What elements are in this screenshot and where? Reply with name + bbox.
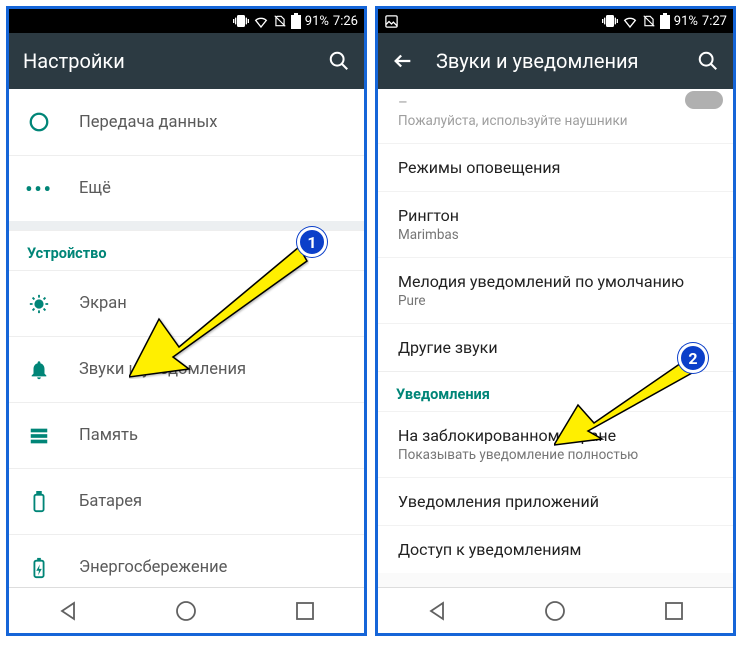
status-bar: 91% 7:27 — [378, 9, 733, 33]
list-item-data-usage[interactable]: Передача данных — [9, 89, 364, 155]
hint-text: Пожалуйста, используйте наушники — [398, 113, 713, 129]
more-icon: ••• — [27, 177, 51, 201]
toggle-disabled-icon — [685, 91, 723, 109]
list-label: Звуки и уведомления — [79, 360, 246, 379]
list-label: Ещё — [79, 179, 111, 198]
list-item-battery[interactable]: Батарея — [9, 468, 364, 534]
home-nav-icon[interactable] — [174, 599, 198, 623]
storage-icon — [27, 424, 51, 448]
page-title: Звуки и уведомления — [436, 49, 675, 73]
battery-icon — [291, 13, 301, 29]
item-title: На заблокированном экране — [398, 426, 713, 445]
battery-icon — [660, 13, 670, 29]
item-title: Мелодия уведомлений по умолчанию — [398, 272, 713, 291]
back-nav-icon[interactable] — [425, 599, 449, 623]
list-item-more[interactable]: ••• Ещё — [9, 155, 364, 221]
item-title: Доступ к уведомлениям — [398, 540, 713, 559]
back-icon[interactable] — [392, 50, 414, 72]
list-item-notif-melody[interactable]: Мелодия уведомлений по умолчанию Pure — [378, 257, 733, 323]
item-title: Рингтон — [398, 206, 713, 225]
list-item-storage[interactable]: Память — [9, 402, 364, 468]
item-title: Другие звуки — [398, 338, 713, 357]
no-sim-icon — [273, 14, 287, 28]
app-bar: Звуки и уведомления — [378, 33, 733, 89]
data-usage-icon — [27, 110, 51, 134]
vibrate-icon — [602, 13, 618, 29]
energy-icon — [27, 556, 51, 580]
item-sub: Marimbas — [398, 227, 713, 243]
list-item-display[interactable]: Экран — [9, 270, 364, 336]
status-bar: 91% 7:26 — [9, 9, 364, 33]
phone-left-settings: 91% 7:26 Настройки Передача данных ••• Е… — [6, 6, 367, 636]
item-sub: Pure — [398, 293, 713, 309]
clock: 7:27 — [702, 14, 727, 29]
list-item-sound[interactable]: Звуки и уведомления — [9, 336, 364, 402]
battery-settings-icon — [27, 490, 51, 514]
list-label: Энергосбережение — [79, 558, 227, 577]
recent-nav-icon[interactable] — [662, 599, 686, 623]
list-label: Батарея — [79, 492, 142, 511]
item-title: Режимы оповещения — [398, 158, 713, 177]
page-title: Настройки — [23, 49, 306, 73]
search-icon[interactable] — [328, 50, 350, 72]
phone-right-sound: 91% 7:27 Звуки и уведомления – Пожалуйст… — [375, 6, 736, 636]
list-item-ringtone[interactable]: Рингтон Marimbas — [378, 191, 733, 257]
list-label: Передача данных — [79, 113, 217, 132]
app-bar: Настройки — [9, 33, 364, 89]
sound-settings-list: – Пожалуйста, используйте наушники Режим… — [378, 89, 733, 587]
battery-percent: 91% — [674, 14, 698, 29]
home-nav-icon[interactable] — [543, 599, 567, 623]
list-item-partial-disabled: – Пожалуйста, используйте наушники — [378, 89, 733, 143]
search-icon[interactable] — [697, 50, 719, 72]
bell-icon — [27, 358, 51, 382]
item-sub: Показывать уведомление полностью — [398, 447, 713, 463]
clock: 7:26 — [333, 14, 358, 29]
battery-percent: 91% — [305, 14, 329, 29]
wifi-icon — [253, 13, 269, 29]
nav-bar — [9, 587, 364, 633]
list-item-app-notifications[interactable]: Уведомления приложений — [378, 477, 733, 525]
recent-nav-icon[interactable] — [293, 599, 317, 623]
image-placeholder-icon — [384, 14, 399, 29]
back-nav-icon[interactable] — [56, 599, 80, 623]
settings-list: Передача данных ••• Ещё Устройство Экран… — [9, 89, 364, 587]
nav-bar — [378, 587, 733, 633]
list-item-alert-modes[interactable]: Режимы оповещения — [378, 143, 733, 191]
item-title: Уведомления приложений — [398, 492, 713, 511]
list-label: Экран — [79, 294, 127, 313]
annotation-badge-2: 2 — [678, 343, 708, 373]
list-item-lock-screen[interactable]: На заблокированном экране Показывать уве… — [378, 411, 733, 477]
no-sim-icon — [642, 14, 656, 28]
vibrate-icon — [233, 13, 249, 29]
list-item-notification-access[interactable]: Доступ к уведомлениям — [378, 525, 733, 573]
list-label: Память — [79, 426, 138, 445]
list-item-energy[interactable]: Энергосбережение — [9, 534, 364, 587]
brightness-icon — [27, 292, 51, 316]
annotation-badge-1: 1 — [297, 227, 327, 257]
section-notifications: Уведомления — [378, 371, 733, 411]
wifi-icon — [622, 13, 638, 29]
